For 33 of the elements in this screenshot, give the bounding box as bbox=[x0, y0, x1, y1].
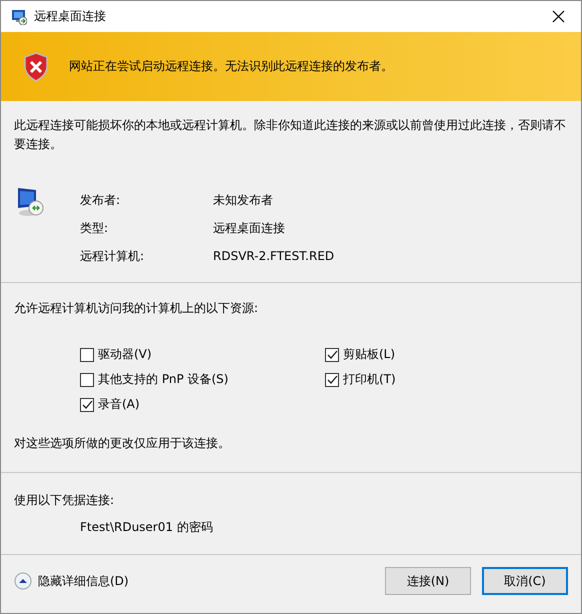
check-icon bbox=[81, 399, 93, 410]
dialog-button[interactable]: 连接(N) bbox=[385, 567, 471, 595]
checkbox[interactable] bbox=[325, 348, 339, 362]
field-label: 类型: bbox=[80, 220, 110, 237]
computer-icon bbox=[16, 186, 46, 218]
checkbox-option[interactable]: 其他支持的 PnP 设备(S) bbox=[80, 371, 325, 388]
warning-text: 此远程连接可能损坏你的本地或远程计算机。除非你知道此连接的来源或以前曾使用过此连接，否则请不要连接。 bbox=[13, 117, 567, 153]
checkbox-option[interactable]: 打印机(T) bbox=[325, 371, 568, 388]
checkbox-option[interactable]: 剪贴板(L) bbox=[325, 346, 568, 363]
field-label: 远程计算机: bbox=[80, 248, 146, 265]
computer-icon bbox=[11, 8, 27, 24]
field-value: 未知发布者 bbox=[213, 192, 274, 209]
close-icon bbox=[552, 10, 564, 23]
field-value: RDSVR-2.FTEST.RED bbox=[213, 248, 334, 265]
checkbox[interactable] bbox=[80, 398, 94, 412]
field-label: 发布者: bbox=[80, 192, 122, 209]
checkbox-option[interactable]: 录音(A) bbox=[80, 396, 325, 413]
checkbox[interactable] bbox=[80, 372, 94, 386]
checkbox-option[interactable]: 驱动器(V) bbox=[80, 346, 325, 363]
details-toggle[interactable]: 隐藏详细信息(D) bbox=[14, 572, 129, 590]
window-title: 远程桌面连接 bbox=[34, 8, 107, 25]
credential-text: Ftest\RDuser01 的密码 bbox=[79, 519, 214, 536]
checkbox[interactable] bbox=[80, 348, 94, 362]
section-heading: 使用以下凭据连接: bbox=[14, 492, 116, 509]
section-heading: 允许远程计算机访问我的计算机上的以下资源: bbox=[14, 300, 260, 317]
check-icon bbox=[326, 374, 338, 385]
note-text: 对这些选项所做的更改仅应用于该连接。 bbox=[14, 435, 231, 452]
banner-message: 网站正在尝试启动远程连接。无法识别此远程连接的发布者。 bbox=[69, 58, 393, 75]
check-icon bbox=[326, 349, 338, 360]
field-value: 远程桌面连接 bbox=[213, 220, 286, 237]
checkbox[interactable] bbox=[325, 372, 339, 386]
dialog-button[interactable]: 取消(C) bbox=[482, 567, 568, 595]
shield-error-icon bbox=[22, 50, 50, 82]
